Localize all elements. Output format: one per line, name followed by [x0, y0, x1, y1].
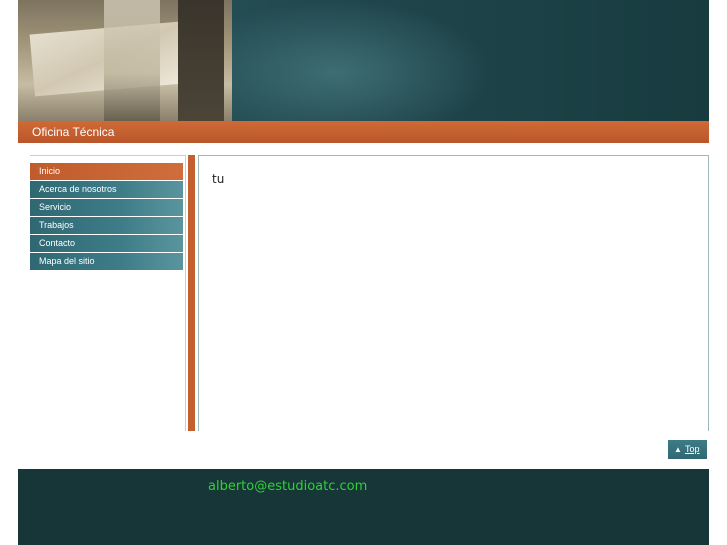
- email-link[interactable]: alberto@estudioatc.com: [208, 479, 367, 494]
- header-photo: [18, 0, 232, 121]
- header-banner: [18, 0, 709, 121]
- person-graphic: [178, 0, 224, 121]
- sidebar-item-contacto[interactable]: Contacto: [30, 235, 183, 252]
- sidebar-item-inicio[interactable]: Inicio: [30, 163, 183, 180]
- back-to-top-label[interactable]: Top: [685, 440, 700, 459]
- sidebar-item-mapa-del-sitio[interactable]: Mapa del sitio: [30, 253, 183, 270]
- site-title: Oficina Técnica: [32, 125, 115, 139]
- title-bar: Oficina Técnica: [18, 121, 709, 143]
- sidebar-item-trabajos[interactable]: Trabajos: [30, 217, 183, 234]
- column-divider: [188, 155, 195, 431]
- page: Oficina Técnica Inicio Acerca de nosotro…: [18, 0, 709, 545]
- sidebar: Inicio Acerca de nosotros Servicio Traba…: [30, 155, 186, 431]
- main-content: tu: [198, 155, 709, 431]
- content-text: tu: [212, 172, 225, 186]
- banner-glow: [232, 0, 492, 121]
- back-to-top-button[interactable]: ▲ Top: [668, 440, 707, 459]
- sidebar-item-servicio[interactable]: Servicio: [30, 199, 183, 216]
- sidebar-item-acerca-de-nosotros[interactable]: Acerca de nosotros: [30, 181, 183, 198]
- footer: alberto@estudioatc.com: [18, 469, 709, 545]
- sidebar-nav: Inicio Acerca de nosotros Servicio Traba…: [30, 163, 183, 271]
- person-graphic: [104, 0, 160, 121]
- chevron-up-icon: ▲: [674, 445, 682, 454]
